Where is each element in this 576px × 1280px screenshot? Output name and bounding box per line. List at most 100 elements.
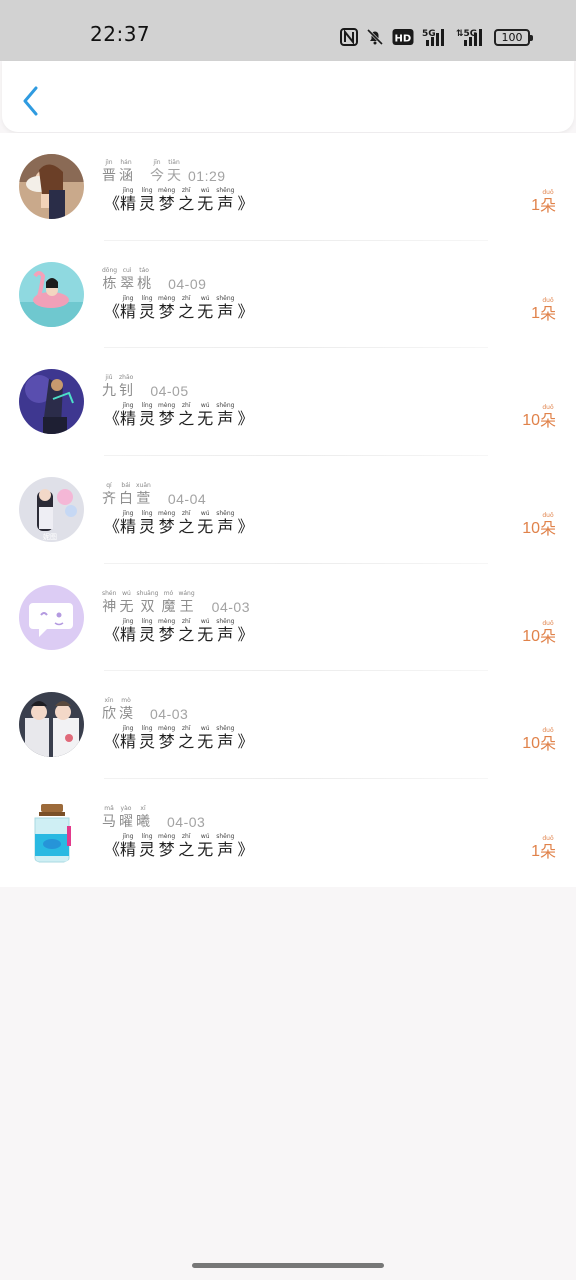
list-item[interactable]: dōng 栋 cuì 翠 táo 桃 04-09 《 jīng 精 líng 灵 mèng 梦 zhī 之 wú… [0, 241, 576, 349]
ruby-char: shuāng 双 [136, 590, 158, 616]
avatar[interactable] [19, 369, 84, 435]
bracket-open: 《 [104, 301, 121, 321]
pinyin: jiǔ [105, 374, 113, 382]
ruby-char: zhī 之 [178, 833, 194, 859]
list-item[interactable]: mǎ 马 yào 曜 xī 曦 04-03 《 jīng 精 líng 灵 mèng 梦 zhī 之 wú 无 sh… [0, 779, 576, 887]
hanzi: 梦 [158, 732, 175, 752]
home-indicator[interactable] [192, 1263, 384, 1268]
ruby-char: shēng 声 [216, 833, 234, 859]
ruby-char: duǒ 朵 [540, 620, 556, 646]
hanzi: 梦 [158, 517, 175, 537]
ruby-char: duǒ 朵 [540, 297, 556, 323]
ruby-char: shēng 声 [216, 187, 234, 213]
hanzi: 声 [217, 624, 234, 644]
hanzi: 天 [167, 168, 181, 184]
hanzi: 之 [178, 840, 195, 860]
avatar[interactable] [19, 692, 84, 758]
hd-icon: HD [392, 28, 414, 46]
svg-text:HD: HD [395, 34, 412, 45]
hanzi: 曜 [119, 814, 133, 831]
sender-name: jìn 晋 hán 涵 jīn 今 tiān 天 01:29 [102, 159, 226, 185]
ruby-char: duǒ 朵 [540, 835, 556, 861]
avatar[interactable] [19, 800, 84, 866]
hanzi: 栋 [102, 275, 117, 292]
pinyin: wáng [178, 589, 195, 597]
hanzi: 声 [217, 194, 234, 213]
timestamp: 04-09 [168, 275, 207, 292]
date-label: jīn 今 tiān 天 [150, 159, 184, 185]
pinyin: xuān [136, 482, 151, 490]
list-item[interactable]: shén 神 wú 无 shuāng 双 mó 魔 wáng 王 04-03 《 jīng 精 líng 灵 m… [0, 564, 576, 672]
timestamp: 04-03 [211, 598, 250, 615]
list-item[interactable]: jìn 晋 hán 涵 jīn 今 tiān 天 01:29 《 jīng 精 líng 灵 mèng 梦 zh… [0, 133, 576, 241]
bracket-close: 》 [237, 409, 254, 429]
hanzi: 精 [120, 301, 137, 321]
pinyin: hán [120, 159, 132, 166]
signal-5g-icon: ⇅5G [456, 27, 486, 47]
hanzi: 朵 [539, 626, 556, 646]
avatar[interactable]: 妮图 [19, 477, 84, 543]
bracket-open: 《 [104, 409, 121, 429]
timestamp: 04-04 [167, 491, 207, 508]
nfc-icon [340, 28, 358, 46]
hanzi: 灵 [139, 194, 156, 213]
list-item[interactable]: 妮图 qí 齐 bái 白 xuān 萱 04-04 《 jīng 精 líng 灵 mèng 梦 zhī 之 w… [0, 456, 576, 564]
pinyin: táo [139, 266, 149, 274]
ruby-char: mèng 梦 [158, 295, 175, 321]
back-button[interactable] [16, 83, 46, 119]
battery-icon: 100 [494, 28, 533, 46]
gift-name: 《 jīng 精 líng 灵 mèng 梦 zhī 之 wú 无 shēng 声》 [104, 833, 253, 859]
list-item[interactable]: jiǔ 九 zhāo 钊 04-05 《 jīng 精 líng 灵 mèng 梦 zhī 之 wú 无 shē… [0, 348, 576, 457]
hanzi: 神 [102, 598, 117, 615]
list-item[interactable]: xīn 欣 mò 漠 04-03 《 jīng 精 líng 灵 mèng 梦 zhī 之 wú 无 shēng… [0, 671, 576, 780]
bracket-open: 《 [104, 624, 121, 644]
ruby-char: duǒ 朵 [540, 189, 556, 215]
hanzi: 声 [217, 517, 234, 537]
ruby-char: xī 曦 [136, 805, 150, 831]
hanzi: 马 [102, 814, 116, 831]
ruby-char: líng 灵 [139, 618, 155, 644]
hanzi: 欣 [102, 706, 116, 723]
hanzi: 无 [197, 517, 214, 537]
pinyin: qí [106, 482, 112, 490]
gift-name: 《 jīng 精 líng 灵 mèng 梦 zhī 之 wú 无 shēng 声》 [104, 187, 253, 213]
bracket-close: 》 [237, 301, 254, 321]
ruby-char: jīng 精 [120, 833, 136, 859]
ruby-char: wú 无 [197, 402, 213, 428]
bracket-close: 》 [237, 840, 254, 860]
hanzi: 朵 [539, 196, 556, 215]
hanzi: 声 [217, 409, 234, 429]
hanzi: 无 [197, 732, 214, 752]
hanzi: 之 [178, 624, 195, 644]
pinyin: xī [140, 805, 146, 813]
hanzi: 梦 [158, 624, 175, 644]
hanzi: 萱 [136, 491, 151, 508]
count-number: 1 [531, 304, 540, 322]
timestamp: 04-03 [150, 706, 189, 723]
bracket-open: 《 [104, 517, 121, 537]
hanzi: 声 [217, 732, 234, 752]
ruby-char: cuì 翠 [120, 267, 134, 293]
timestamp: 01:29 [188, 168, 226, 184]
avatar[interactable] [19, 584, 84, 650]
hanzi: 灵 [139, 517, 156, 537]
ruby-char: qí 齐 [102, 482, 116, 508]
pinyin: dōng [102, 266, 118, 274]
ruby-char: wú 无 [197, 295, 213, 321]
avatar[interactable] [19, 261, 84, 327]
bell-muted-icon [366, 28, 384, 46]
ruby-char: duǒ 朵 [540, 404, 556, 430]
gift-count: 1 duǒ 朵 [531, 189, 556, 215]
sender-name: shén 神 wú 无 shuāng 双 mó 魔 wáng 王 04-03 [102, 590, 250, 616]
ruby-char: zhī 之 [178, 510, 194, 536]
gift-count: 1 duǒ 朵 [531, 297, 556, 323]
gift-name: 《 jīng 精 líng 灵 mèng 梦 zhī 之 wú 无 shēng 声》 [104, 295, 253, 321]
avatar[interactable] [19, 154, 84, 219]
ruby-char: shēng 声 [216, 725, 234, 751]
ruby-char: jiǔ 九 [102, 374, 116, 400]
pinyin: wú [122, 589, 131, 597]
ruby-char: hán 涵 [119, 159, 133, 185]
pinyin: jīn [153, 159, 161, 166]
hanzi: 精 [120, 840, 137, 860]
sender-name: dōng 栋 cuì 翠 táo 桃 04-09 [102, 267, 206, 293]
